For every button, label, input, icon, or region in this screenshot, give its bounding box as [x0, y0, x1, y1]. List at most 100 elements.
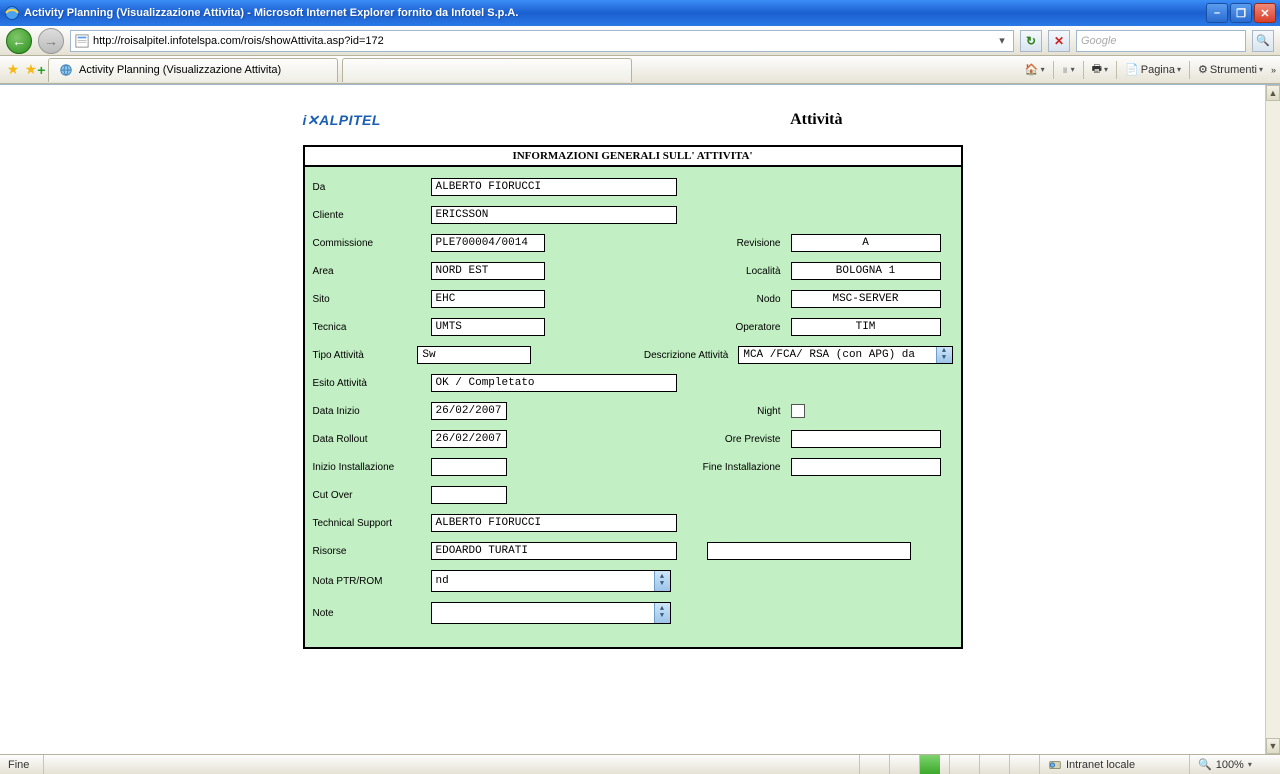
status-done: Fine — [0, 755, 44, 774]
cliente-label: Cliente — [313, 210, 431, 221]
separator — [1116, 61, 1117, 79]
forward-button[interactable]: → — [38, 28, 64, 54]
status-cell — [950, 755, 980, 774]
status-cell — [1010, 755, 1040, 774]
print-button[interactable]: 🖶▾ — [1092, 60, 1108, 79]
cutover-field[interactable] — [431, 486, 507, 504]
data-rollout-field[interactable]: 26/02/2007 — [431, 430, 507, 448]
add-favorites-button[interactable]: ★+ — [26, 61, 44, 79]
feeds-button[interactable]: ∎▾ — [1062, 63, 1075, 76]
cutover-label: Cut Over — [313, 490, 431, 501]
operatore-label: Operatore — [679, 322, 791, 333]
ie-icon — [4, 5, 20, 21]
window-restore-button[interactable]: ❐ — [1230, 3, 1252, 23]
da-label: Da — [313, 182, 431, 193]
favorites-center-button[interactable]: ★ — [4, 61, 22, 79]
descrizione-label: Descrizione Attività — [638, 350, 739, 361]
revisione-label: Revisione — [679, 238, 791, 249]
zoom-icon: 🔍 — [1198, 758, 1212, 771]
revisione-field[interactable]: A — [791, 234, 941, 252]
window-close-button[interactable]: ✕ — [1254, 3, 1276, 23]
ore-previste-label: Ore Previste — [679, 434, 791, 445]
nota-ptr-field[interactable]: nd ▲▼ — [431, 570, 671, 592]
status-bar: Fine Intranet locale 🔍 100% ▾ — [0, 754, 1280, 774]
nota-ptr-label: Nota PTR/ROM — [313, 576, 431, 587]
content-viewport: i✕ALPITEL Attività INFORMAZIONI GENERALI… — [0, 84, 1280, 754]
descrizione-select[interactable]: MCA /FCA/ RSA (con APG) da ▲▼ — [738, 346, 952, 364]
address-bar[interactable]: ▾ — [70, 30, 1014, 52]
search-placeholder: Google — [1081, 35, 1116, 47]
new-tab-button[interactable] — [342, 58, 632, 82]
risorse-label: Risorse — [313, 546, 431, 557]
tools-menu-label: Strumenti — [1210, 64, 1257, 76]
da-field[interactable]: ALBERTO FIORUCCI — [431, 178, 677, 196]
esito-label: Esito Attività — [313, 378, 431, 389]
page-icon: 📄 — [1125, 63, 1139, 76]
nodo-field[interactable]: MSC-SERVER — [791, 290, 941, 308]
page-icon — [75, 34, 89, 48]
back-button[interactable]: ← — [6, 28, 32, 54]
sito-field[interactable]: EHC — [431, 290, 545, 308]
search-box[interactable]: Google — [1076, 30, 1246, 52]
tsupport-field[interactable]: ALBERTO FIORUCCI — [431, 514, 677, 532]
tipo-field[interactable]: Sw — [417, 346, 531, 364]
scroll-up-icon[interactable]: ▲ — [1266, 85, 1280, 101]
navigation-toolbar: ← → ▾ ↻ ✕ Google 🔍 — [0, 26, 1280, 56]
panel-header: INFORMAZIONI GENERALI SULL' ATTIVITA' — [305, 147, 961, 167]
spinner-icon[interactable]: ▲▼ — [936, 347, 952, 363]
risorse-field[interactable]: EDOARDO TURATI — [431, 542, 677, 560]
localita-field[interactable]: BOLOGNA 1 — [791, 262, 941, 280]
scroll-down-icon[interactable]: ▼ — [1266, 738, 1280, 754]
page-title: Attività — [790, 111, 842, 129]
tecnica-field[interactable]: UMTS — [431, 318, 545, 336]
inizio-inst-field[interactable] — [431, 458, 507, 476]
window-title: Activity Planning (Visualizzazione Attiv… — [24, 7, 1206, 19]
spinner-icon[interactable]: ▲▼ — [654, 571, 670, 591]
area-field[interactable]: NORD EST — [431, 262, 545, 280]
separator — [1189, 61, 1190, 79]
cliente-field[interactable]: ERICSSON — [431, 206, 677, 224]
activity-panel: INFORMAZIONI GENERALI SULL' ATTIVITA' Da… — [303, 145, 963, 649]
ore-previste-field[interactable] — [791, 430, 941, 448]
refresh-button[interactable]: ↻ — [1020, 30, 1042, 52]
chevron-button[interactable]: » — [1271, 65, 1276, 75]
home-button[interactable]: 🏠▾ — [1025, 63, 1045, 76]
separator — [1083, 61, 1084, 79]
address-input[interactable] — [93, 35, 995, 47]
stop-button[interactable]: ✕ — [1048, 30, 1070, 52]
data-rollout-label: Data Rollout — [313, 434, 431, 445]
window-titlebar: Activity Planning (Visualizzazione Attiv… — [0, 0, 1280, 26]
data-inizio-field[interactable]: 26/02/2007 — [431, 402, 507, 420]
page-menu[interactable]: 📄Pagina▾ — [1125, 63, 1181, 76]
security-zone[interactable]: Intranet locale — [1040, 755, 1190, 774]
vertical-scrollbar[interactable]: ▲ ▼ — [1265, 85, 1280, 754]
zoom-control[interactable]: 🔍 100% ▾ — [1190, 755, 1280, 774]
chevron-right-icon: » — [1271, 65, 1276, 75]
tools-menu[interactable]: ⚙Strumenti▾ — [1198, 63, 1263, 76]
chevron-down-icon[interactable]: ▾ — [1248, 760, 1252, 769]
spinner-icon[interactable]: ▲▼ — [654, 603, 670, 623]
window-minimize-button[interactable]: – — [1206, 3, 1228, 23]
browser-tab[interactable]: Activity Planning (Visualizzazione Attiv… — [48, 58, 338, 82]
fine-inst-field[interactable] — [791, 458, 941, 476]
commissione-label: Commissione — [313, 238, 431, 249]
commissione-field[interactable]: PLE700004/0014 — [431, 234, 545, 252]
night-checkbox[interactable] — [791, 404, 805, 418]
operatore-field[interactable]: TIM — [791, 318, 941, 336]
status-cell — [890, 755, 920, 774]
risorse-field-2[interactable] — [707, 542, 911, 560]
page-menu-label: Pagina — [1141, 64, 1175, 76]
separator — [1053, 61, 1054, 79]
data-inizio-label: Data Inizio — [313, 406, 431, 417]
sito-label: Sito — [313, 294, 431, 305]
tipo-label: Tipo Attività — [313, 350, 418, 361]
address-dropdown-icon[interactable]: ▾ — [995, 34, 1009, 47]
search-button[interactable]: 🔍 — [1252, 30, 1274, 52]
tab-toolbar: ★ ★+ Activity Planning (Visualizzazione … — [0, 56, 1280, 84]
note-field[interactable]: ▲▼ — [431, 602, 671, 624]
note-label: Note — [313, 608, 431, 619]
localita-label: Località — [679, 266, 791, 277]
print-icon: 🖶 — [1092, 60, 1102, 79]
status-cell — [980, 755, 1010, 774]
esito-field[interactable]: OK / Completato — [431, 374, 677, 392]
